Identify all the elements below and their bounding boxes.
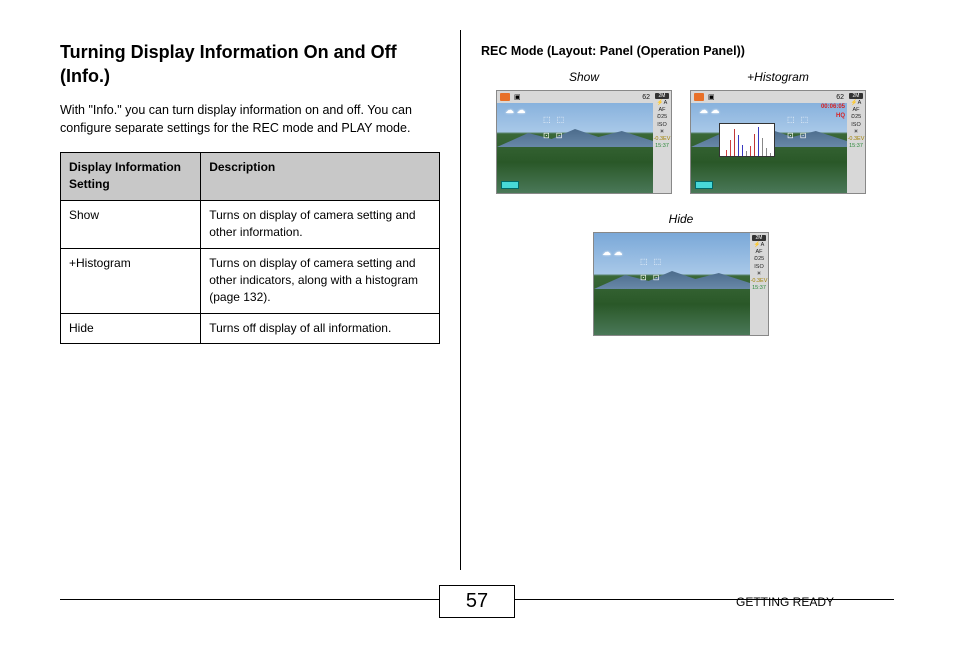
histogram [719,123,775,157]
operation-panel: 2M ⚡A AF ⏲25 ISO ☀ -0.3EV 15:37 [653,91,671,193]
mountain-icon [497,127,653,147]
settings-table: Display Information Setting Description … [60,152,440,344]
flash-icon: ⚡A [657,100,668,106]
left-column: Turning Display Information On and Off (… [60,40,460,560]
shots-remaining: 62 [642,94,650,101]
overlay-icons: ⬚⬚ [640,257,661,266]
battery-icon [501,181,519,189]
iso-label: ISO [754,264,763,270]
ev-value: -0.3EV [848,136,865,142]
cloud-icon: ☁ ☁ [699,105,720,116]
table-row: Hide Turns off display of all informatio… [61,313,440,343]
camera-screen-hide: ☁ ☁ ⬚⬚ ⊡⊡ 2M ⚡A AF ⏲25 ISO ☀ -0.3EV 15:3… [593,232,769,336]
mode-icon: ▣ [708,93,715,101]
page-title: Turning Display Information On and Off (… [60,40,440,89]
mountain-icon [594,269,750,289]
cell-setting: +Histogram [61,248,201,313]
overlay-icons: ⊡⊡ [787,131,806,140]
af-icon: AF [658,107,665,113]
overlay-icons: ⊡⊡ [543,131,562,140]
hq-badge: HQ [836,113,845,119]
timer-icon: ⏲25 [754,256,764,263]
ev-value: -0.3EV [654,136,671,142]
clock-value: 15:37 [849,143,863,149]
screen-block-hide: Hide ☁ ☁ ⬚⬚ ⊡⊡ 2M ⚡A AF ⏲25 ISO ☀ -0.3EV… [481,212,881,336]
clock-value: 15:37 [655,143,669,149]
iso-label: ISO [657,122,666,128]
cloud-icon: ☁ ☁ [505,105,526,116]
af-icon: AF [852,107,859,113]
top-strip: ▣ 62 [691,91,847,103]
right-column: REC Mode (Layout: Panel (Operation Panel… [461,40,881,560]
top-strip: ▣ 62 [497,91,653,103]
cloud-icon: ☁ ☁ [602,247,623,258]
mode-icon: ▣ [514,93,521,101]
table-row: +Histogram Turns on display of camera se… [61,248,440,313]
screens-row: Show ☁ ☁ ▣ 62 ⬚⬚ ⊡⊡ 2M ⚡A AF ⏲25 [481,70,881,194]
intro-paragraph: With "Info." you can turn display inform… [60,101,440,139]
cell-description: Turns on display of camera setting and o… [201,248,440,313]
cell-description: Turns off display of all information. [201,313,440,343]
histogram-bars [720,124,774,156]
size-badge: 2M [655,93,669,99]
clock-value: 15:37 [752,285,766,291]
th-description: Description [201,153,440,201]
cell-setting: Hide [61,313,201,343]
overlay-icons: ⊡⊡ [640,273,659,282]
af-icon: AF [755,249,762,255]
screen-label: Show [496,70,672,84]
size-badge: 2M [849,93,863,99]
timer-icon: ⏲25 [851,114,861,121]
wb-icon: ☀ [854,129,859,135]
section-label: GETTING READY [736,595,834,609]
camera-screen-show: ☁ ☁ ▣ 62 ⬚⬚ ⊡⊡ 2M ⚡A AF ⏲25 ISO ☀ [496,90,672,194]
overlay-icons: ⬚⬚ [787,115,808,124]
page-number: 57 [439,585,515,618]
ev-value: -0.3EV [751,278,768,284]
flash-icon: ⚡A [851,100,862,106]
shots-remaining: 62 [836,94,844,101]
th-setting: Display Information Setting [61,153,201,201]
screen-block-show: Show ☁ ☁ ▣ 62 ⬚⬚ ⊡⊡ 2M ⚡A AF ⏲25 [496,70,672,194]
size-badge: 2M [752,235,766,241]
timecode: 00:06:05 [821,104,845,110]
table-row: Show Turns on display of camera setting … [61,200,440,248]
wb-icon: ☀ [757,271,762,277]
page-content: Turning Display Information On and Off (… [0,0,954,560]
table-header-row: Display Information Setting Description [61,153,440,201]
cell-description: Turns on display of camera setting and o… [201,200,440,248]
overlay-icons: ⬚⬚ [543,115,564,124]
camera-screen-histogram: ☁ ☁ ▣ 62 00:06:05 HQ ⬚⬚ ⊡⊡ [690,90,866,194]
section-header: REC Mode (Layout: Panel (Operation Panel… [481,44,881,58]
camera-icon [694,93,704,101]
footer-row: 57 GETTING READY [60,599,894,632]
page-footer: 57 GETTING READY [0,599,954,632]
operation-panel: 2M ⚡A AF ⏲25 ISO ☀ -0.3EV 15:37 [750,233,768,335]
battery-icon [695,181,713,189]
timer-icon: ⏲25 [657,114,667,121]
wb-icon: ☀ [660,129,665,135]
camera-icon [500,93,510,101]
screen-label: +Histogram [690,70,866,84]
screen-block-histogram: +Histogram ☁ ☁ ▣ 62 00:06:05 HQ ⬚⬚ ⊡⊡ [690,70,866,194]
iso-label: ISO [851,122,860,128]
flash-icon: ⚡A [754,242,765,248]
screen-label: Hide [481,212,881,226]
operation-panel: 2M ⚡A AF ⏲25 ISO ☀ -0.3EV 15:37 [847,91,865,193]
cell-setting: Show [61,200,201,248]
